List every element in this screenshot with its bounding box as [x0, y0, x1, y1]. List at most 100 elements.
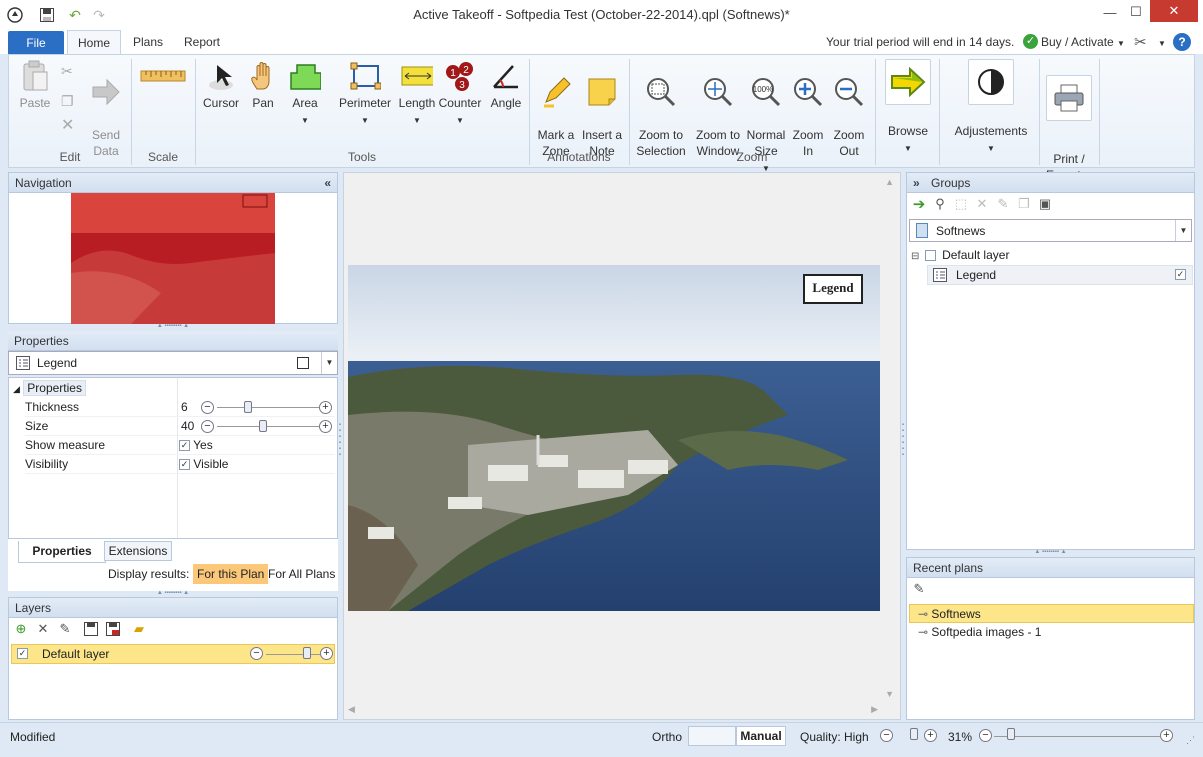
select-icon[interactable]: ⬚	[953, 196, 969, 212]
print-export-button[interactable]: Print / Export ▼	[1043, 59, 1095, 185]
maximize-button[interactable]: ☐	[1124, 0, 1148, 24]
area-button[interactable]: Area ▼	[285, 59, 325, 129]
close-button[interactable]: ✕	[1150, 0, 1198, 22]
decrease-icon[interactable]: −	[201, 420, 214, 433]
color-swatch[interactable]	[297, 357, 309, 369]
zoom-window-button[interactable]: Zoom to Window	[691, 59, 745, 159]
tab-extensions[interactable]: Extensions	[104, 541, 172, 561]
send-data-button[interactable]: Send Data	[85, 59, 127, 159]
cut-icon[interactable]: ✂	[61, 63, 73, 80]
splitter-handle[interactable]: ▲ ▪▪▪▪▪▪▪▪ ▲	[8, 323, 338, 329]
plan-canvas[interactable]: Legend ▲ ▼ ◀ ▶	[343, 172, 901, 720]
zoom-selection-button[interactable]: Zoom to Selection	[633, 59, 689, 159]
angle-button[interactable]: Angle	[487, 59, 525, 111]
layer-opacity-slider[interactable]	[266, 654, 320, 655]
tab-plans[interactable]: Plans	[123, 30, 173, 54]
collapse-icon[interactable]: «	[324, 173, 331, 193]
increase-icon[interactable]: +	[319, 420, 332, 433]
scale-button[interactable]	[137, 59, 189, 95]
navigation-thumbnail[interactable]	[71, 193, 275, 324]
tab-properties[interactable]: Properties	[18, 541, 106, 563]
resize-grip-icon[interactable]: ⋰	[1186, 735, 1195, 746]
thickness-slider-knob[interactable]	[243, 401, 252, 413]
paste-button[interactable]: Paste	[15, 59, 55, 111]
recent-plan-item[interactable]: ⊸ Softnews	[909, 604, 1194, 623]
size-value[interactable]: 40	[181, 417, 194, 436]
scroll-up-icon[interactable]: ▲	[885, 177, 894, 187]
expand-icon[interactable]: »	[913, 173, 920, 193]
browse-button[interactable]: Browse ▼	[879, 59, 937, 157]
save-as-layer-icon[interactable]	[105, 621, 121, 637]
thickness-value[interactable]: 6	[181, 398, 188, 417]
tree-item-default-layer[interactable]: ⊟ Default layer	[911, 246, 1191, 265]
decrease-icon[interactable]: −	[201, 401, 214, 414]
tree-item-legend[interactable]: Legend ✓	[927, 265, 1193, 285]
layer-opacity-knob[interactable]	[302, 647, 311, 659]
copy-icon[interactable]: ❐	[61, 93, 74, 110]
pin-icon[interactable]: ⊸	[918, 625, 928, 639]
zoom-increase-icon[interactable]: +	[1160, 729, 1173, 742]
go-arrow-icon[interactable]: ➔	[911, 196, 927, 213]
option-for-this-plan[interactable]: For this Plan	[193, 564, 269, 584]
show-measure-checkbox[interactable]: ✓ Yes	[179, 436, 213, 455]
edit-layer-icon[interactable]: ✎	[57, 621, 73, 637]
legend-box[interactable]: Legend	[803, 274, 863, 304]
zoom-in-button[interactable]: Zoom In	[789, 59, 827, 159]
mark-zone-button[interactable]: Mark a Zone	[533, 59, 579, 159]
minimize-button[interactable]: —	[1098, 0, 1122, 24]
buy-activate-link[interactable]: Buy / Activate ▼	[1041, 35, 1125, 49]
delete-icon[interactable]: ✕	[974, 196, 990, 212]
delete-layer-icon[interactable]: ✕	[35, 621, 51, 637]
help-icon[interactable]: ?	[1173, 33, 1191, 51]
property-section-header[interactable]: ◢ Properties	[13, 379, 335, 398]
plan-image[interactable]: Legend	[348, 265, 880, 611]
legend-visible-checkbox[interactable]: ✓	[1175, 269, 1186, 280]
zoom-slider[interactable]	[994, 736, 1160, 737]
tab-file[interactable]: File	[8, 31, 64, 54]
scroll-down-icon[interactable]: ▼	[885, 689, 894, 699]
clear-recent-icon[interactable]: ✎	[911, 581, 927, 597]
length-button[interactable]: Length ▼	[395, 59, 439, 129]
cursor-button[interactable]: Cursor	[201, 59, 241, 111]
zoom-decrease-icon[interactable]: −	[979, 729, 992, 742]
chevron-down-icon[interactable]: ▼	[321, 352, 337, 374]
manual-toggle[interactable]: Manual	[736, 726, 786, 746]
splitter-handle[interactable]: ▲ ▪▪▪▪▪▪▪▪ ▲	[8, 590, 338, 596]
zoom-slider-knob[interactable]	[1007, 728, 1015, 740]
zoom-out-button[interactable]: Zoom Out	[829, 59, 869, 159]
quality-increase-icon[interactable]: +	[924, 729, 937, 742]
thickness-slider[interactable]	[217, 407, 319, 408]
groups-plan-selector[interactable]: Softnews ▼	[909, 219, 1192, 242]
size-slider[interactable]	[217, 426, 319, 427]
tree-collapse-icon[interactable]: ⊟	[911, 251, 919, 262]
pan-button[interactable]: Pan	[245, 59, 281, 111]
folder-icon[interactable]: ▰	[131, 621, 147, 637]
scroll-right-icon[interactable]: ▶	[871, 704, 878, 715]
ortho-toggle[interactable]	[688, 726, 736, 746]
layer-visible-checkbox[interactable]: ✓	[17, 648, 28, 659]
add-layer-icon[interactable]: ⊕	[13, 621, 29, 637]
chevron-down-icon[interactable]: ▼	[1175, 220, 1191, 241]
quality-slider-knob[interactable]	[910, 728, 918, 740]
size-slider-knob[interactable]	[258, 420, 267, 432]
tab-home[interactable]: Home	[67, 30, 121, 55]
increase-icon[interactable]: +	[319, 401, 332, 414]
properties-object-selector[interactable]: Legend ▼	[8, 351, 338, 375]
save-layer-icon[interactable]	[83, 621, 99, 637]
left-splitter-handle[interactable]: ▪▪▪▪▪▪	[337, 410, 343, 470]
quality-decrease-icon[interactable]: −	[880, 729, 893, 742]
option-for-all-plans[interactable]: For All Plans	[268, 567, 335, 581]
counter-button[interactable]: 123 Counter ▼	[437, 59, 483, 129]
layer-checkbox[interactable]	[924, 250, 936, 262]
delete-icon[interactable]: ✕	[61, 115, 74, 135]
decrease-icon[interactable]: −	[250, 647, 263, 660]
visibility-checkbox[interactable]: ✓ Visible	[179, 455, 228, 474]
scroll-left-icon[interactable]: ◀	[348, 704, 355, 715]
search-icon[interactable]: ⚲	[932, 196, 948, 212]
layer-row[interactable]: ✓ Default layer − +	[11, 644, 335, 664]
perimeter-button[interactable]: Perimeter ▼	[337, 59, 393, 129]
insert-note-button[interactable]: Insert a Note	[579, 59, 625, 159]
group-icon[interactable]: ▣	[1037, 196, 1053, 212]
splitter-handle[interactable]: ▲ ▪▪▪▪▪▪▪▪ ▲	[906, 549, 1195, 555]
tools-icon[interactable]: ✂	[1134, 33, 1147, 51]
